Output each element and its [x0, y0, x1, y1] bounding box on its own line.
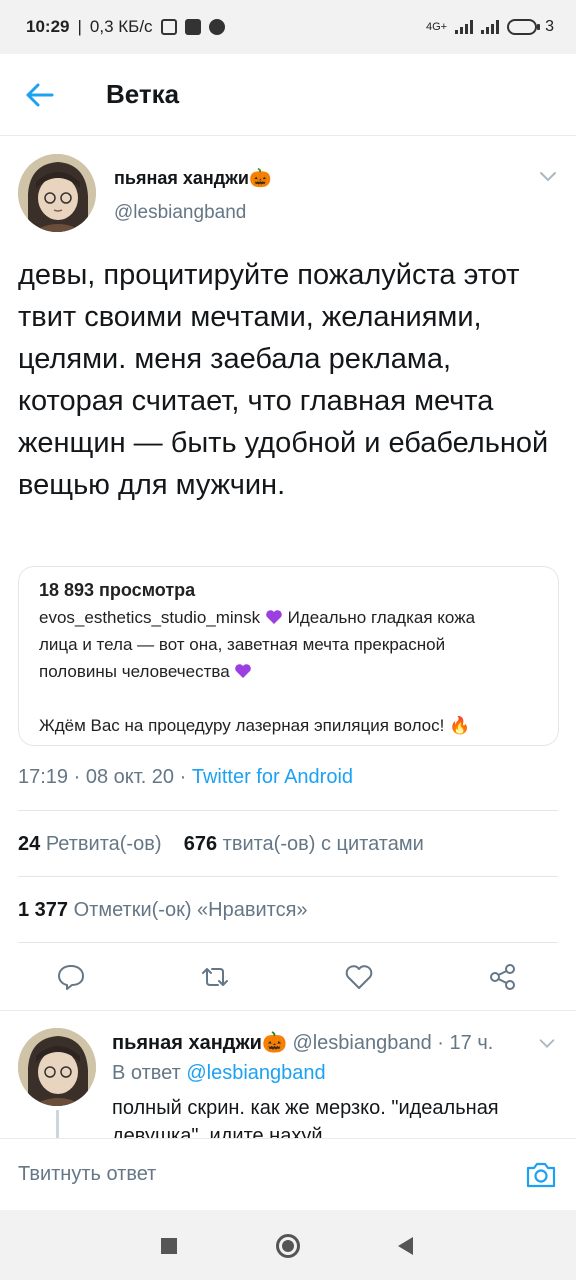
- replying-label: В ответ: [112, 1062, 181, 1084]
- status-separator: |: [77, 17, 82, 36]
- replying-to: В ответ @lesbiangband: [112, 1062, 326, 1085]
- tweet-date: 08 окт. 20: [85, 766, 175, 788]
- heart-icon[interactable]: [344, 962, 374, 992]
- network-type: 4G+: [425, 21, 448, 33]
- quote-text-3: половины человечества: [39, 662, 230, 681]
- replying-handle-link[interactable]: @lesbiangband: [186, 1062, 325, 1084]
- reply-composer: Твитнуть ответ: [0, 1138, 576, 1210]
- divider: [18, 810, 558, 811]
- status-time: 10:29: [26, 17, 70, 36]
- reply-input[interactable]: Твитнуть ответ: [18, 1163, 524, 1186]
- thread-line: [56, 1110, 59, 1138]
- battery-icon: [507, 19, 541, 35]
- divider: [0, 1010, 576, 1011]
- share-icon[interactable]: [488, 962, 518, 992]
- reply-tweet[interactable]: пьяная ханджи🎃 @lesbiangband · 17 ч. В о…: [0, 1012, 576, 1138]
- quote-count[interactable]: 676: [184, 833, 217, 855]
- reply-sep: ·: [437, 1032, 450, 1054]
- avatar[interactable]: [18, 154, 96, 232]
- upload-icon: [184, 19, 201, 35]
- meta-sep: ·: [179, 766, 192, 788]
- quote-text-2: лица и тела — вот она, заветная мечта пр…: [39, 635, 446, 654]
- avatar-illustration: [18, 154, 96, 232]
- quote-text-1: Идеально гладкая кожа: [287, 608, 476, 627]
- battery-level: 3: [545, 18, 554, 35]
- quote-text-4: Ждём Вас на процедуру лазерная эпиляция …: [39, 716, 471, 735]
- quote-username: evos_esthetics_studio_minsk: [39, 608, 261, 627]
- signal-icon: [455, 20, 474, 34]
- purple-heart-icon: [266, 610, 282, 624]
- page-title: Ветка: [106, 79, 180, 109]
- status-bar: 10:29 | 0,3 КБ/с 4G+ 3: [0, 0, 576, 54]
- arrow-left-icon: [26, 83, 54, 106]
- reply-age: 17 ч.: [449, 1032, 494, 1054]
- quote-spacer: [39, 685, 538, 712]
- author-handle[interactable]: @lesbiangband: [114, 202, 246, 224]
- like-label[interactable]: Отметки(-ок) «Нравится»: [74, 899, 308, 921]
- system-back-button[interactable]: [398, 1237, 413, 1255]
- tweet-time: 17:19: [18, 766, 69, 788]
- reply-author-handle[interactable]: @lesbiangband: [292, 1032, 431, 1054]
- author-name[interactable]: пьяная ханджи🎃: [114, 168, 271, 189]
- tweet-text: девы, процитируйте пожалуйста этот твит …: [18, 259, 549, 501]
- like-stats: 1 377 Отметки(-ок) «Нравится»: [18, 899, 308, 922]
- quote-views: 18 893 просмотра: [39, 580, 196, 600]
- status-speed: 0,3 КБ/с: [89, 17, 153, 36]
- telegram-icon: [208, 19, 225, 35]
- back-button[interactable]: [20, 75, 60, 115]
- chevron-down-icon[interactable]: [536, 1032, 558, 1054]
- tweet-author: пьяная ханджи🎃 @lesbiangband: [0, 136, 576, 236]
- quoted-image[interactable]: 18 893 просмотра evos_esthetics_studio_m…: [18, 566, 559, 746]
- reply-icon[interactable]: [56, 962, 86, 992]
- quote-line-3: половины человечества: [39, 658, 538, 685]
- main-tweet: пьяная ханджи🎃 @lesbiangband девы, проци…: [0, 136, 576, 990]
- purple-heart-icon: [235, 664, 252, 678]
- tweet-source-link[interactable]: Twitter for Android: [192, 766, 353, 788]
- camera-icon[interactable]: [524, 1158, 558, 1192]
- system-nav-bar: [0, 1210, 576, 1280]
- chevron-down-icon[interactable]: [536, 164, 560, 188]
- quote-line-1: evos_esthetics_studio_minsk Идеально гла…: [39, 604, 538, 631]
- home-button[interactable]: [276, 1234, 300, 1258]
- recents-button[interactable]: [161, 1238, 177, 1254]
- mute-icon: [160, 19, 177, 35]
- retweet-stats: 24 Ретвита(-ов) 676 твита(-ов) с цитатам…: [18, 833, 424, 856]
- tweet-actions: [0, 942, 576, 1012]
- reply-author-name[interactable]: пьяная ханджи🎃: [112, 1032, 287, 1054]
- avatar-illustration: [18, 1028, 96, 1106]
- avatar[interactable]: [18, 1028, 96, 1106]
- retweet-label[interactable]: Ретвита(-ов): [46, 833, 162, 855]
- meta-sep: ·: [73, 766, 86, 788]
- retweet-count[interactable]: 24: [18, 833, 40, 855]
- reply-header: пьяная ханджи🎃 @lesbiangband · 17 ч.: [112, 1030, 493, 1055]
- app-header: Ветка: [0, 54, 576, 136]
- quote-label[interactable]: твита(-ов) с цитатами: [223, 833, 424, 855]
- tweet-meta: 17:19 · 08 окт. 20 · Twitter for Android: [18, 766, 353, 789]
- divider: [18, 876, 558, 877]
- signal-2-icon: [481, 20, 500, 34]
- retweet-icon[interactable]: [200, 962, 230, 992]
- like-count[interactable]: 1 377: [18, 899, 68, 921]
- reply-text: полный скрин. как же мерзко. "идеальная …: [112, 1097, 499, 1138]
